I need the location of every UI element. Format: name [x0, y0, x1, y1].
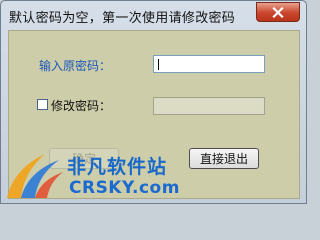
- text-caret: [158, 59, 159, 70]
- close-icon: [272, 6, 284, 18]
- change-password-label[interactable]: 修改密码：: [51, 97, 111, 114]
- exit-button[interactable]: 直接退出: [189, 148, 259, 169]
- original-password-label: 输入原密码：: [39, 59, 112, 73]
- change-password-checkbox[interactable]: [37, 99, 48, 110]
- new-password-input: [153, 97, 265, 115]
- original-password-input[interactable]: [153, 55, 265, 73]
- close-button[interactable]: [256, 2, 300, 22]
- window-title: 默认密码为空，第一次使用请修改密码: [9, 11, 236, 26]
- dialog-body: 输入原密码： 修改密码： 确定 直接退出: [8, 30, 300, 199]
- ok-button: 确定: [49, 148, 119, 169]
- password-dialog: 默认密码为空，第一次使用请修改密码 输入原密码： 修改密码： 确定 直接退出 非…: [0, 0, 307, 204]
- title-bar[interactable]: 默认密码为空，第一次使用请修改密码: [1, 1, 306, 29]
